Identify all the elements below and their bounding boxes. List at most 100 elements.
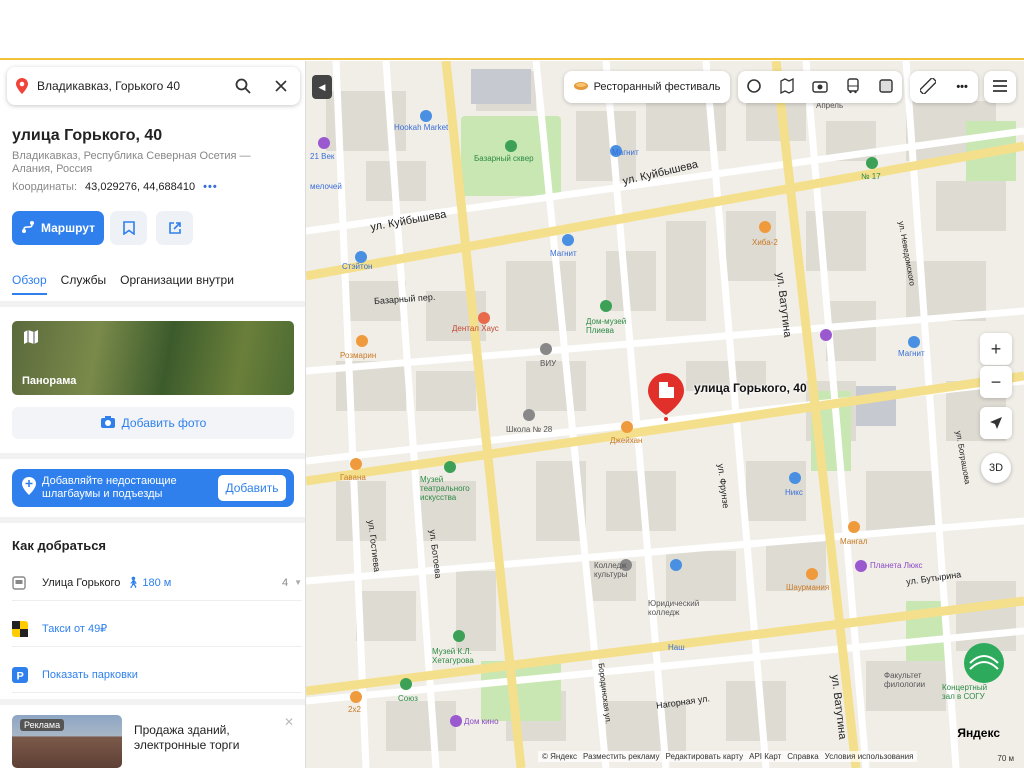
location-marker[interactable] [648,373,684,428]
banner-add-button[interactable]: Добавить [218,475,286,501]
tab-services[interactable]: Службы [61,273,106,295]
promo-chip[interactable]: Ресторанный фестиваль [564,71,730,103]
3d-button[interactable]: 3D [981,453,1011,483]
locate-button[interactable] [980,407,1012,439]
bookmark-button[interactable] [110,211,147,245]
walk-icon: 🚶︎ [126,577,141,589]
poi-label[interactable]: Никс [785,488,803,497]
poi-label[interactable]: Союз [398,694,418,703]
poi-label[interactable]: Наш [668,643,685,652]
place-title: улица Горького, 40 [12,127,163,144]
ad-tag: Реклама [20,719,65,731]
poi-label[interactable]: Гавана [340,473,366,482]
poi-label[interactable]: Факультет филологии [884,671,944,689]
zoom-in-button[interactable]: + [980,333,1012,365]
ad-text[interactable]: Продажа зданий, электронные торги [134,723,284,753]
tab-organizations[interactable]: Организации внутри [120,273,234,295]
add-photo-label: Добавить фото [121,416,207,430]
stop-name: Улица Горького [42,576,121,589]
route-icon [21,220,35,237]
map-style-icon[interactable] [878,78,894,97]
poi-label[interactable]: Музей К.Л. Хетагурова [432,647,492,665]
building-pin-icon [648,373,684,421]
poi-label[interactable]: Магнит [898,349,925,358]
search-box[interactable] [7,67,300,105]
poi-label[interactable]: Школа № 28 [506,425,552,434]
footer-link[interactable]: Справка [787,752,818,761]
footer-link[interactable]: Разместить рекламу [583,752,659,761]
tab-overview[interactable]: Обзор [12,273,47,295]
route-button[interactable]: Маршрут [12,211,104,245]
more-icon[interactable]: ••• [203,181,218,193]
walk-distance: 180 м [142,576,172,589]
poi-label[interactable]: № 17 [861,172,881,181]
panorama-layer-icon[interactable] [779,77,795,97]
traffic-icon[interactable] [746,78,762,97]
poi-label[interactable]: Хиба-2 [752,238,778,247]
photo-layer-icon[interactable] [812,78,828,97]
panorama-preview[interactable]: Панорама [12,321,294,395]
how-to-get-title: Как добраться [12,538,107,553]
transit-layer-icon[interactable] [845,77,861,97]
footer-link[interactable]: API Карт [749,752,781,761]
poi-label[interactable]: Дентал Хаус [452,324,499,333]
coords-value[interactable]: 43,029276, 44,688410 [85,181,195,193]
poi-label[interactable]: Дом кино [464,717,499,726]
taxi-icon [12,620,42,637]
menu-icon [992,79,1008,96]
coordinates: Координаты: 43,029276, 44,688410 ••• [12,181,218,193]
share-button[interactable] [156,211,193,245]
transit-stop-row[interactable]: Улица Горького 🚶︎ 180 м 4 ▼ [12,565,302,601]
poi-label[interactable]: ВИУ [540,359,556,368]
poi-label[interactable]: Стэйтон [342,262,372,271]
zoom-out-button[interactable]: − [980,366,1012,398]
menu-button[interactable] [984,71,1016,103]
taxi-row[interactable]: Такси от 49₽ [12,611,302,647]
feature-banner[interactable]: Добавляйте недостающие шлагбаумы и подъе… [12,469,294,507]
svg-text:P: P [17,670,24,682]
panorama-label: Панорама [22,375,77,387]
bookmark-icon [122,221,135,235]
ad-block[interactable]: Реклама Продажа зданий, электронные торг… [12,715,294,768]
footer-link[interactable]: Редактировать карту [665,752,743,761]
location-plus-icon [22,476,36,500]
poi-label[interactable]: Hookah Market [394,123,448,132]
place-address: Владикавказ, Республика Северная Осетия … [12,150,251,175]
poi-label[interactable]: Дом-музей Плиева [586,317,646,335]
poi-label[interactable]: Шаурмания [786,583,829,592]
marker-label: улица Горького, 40 [694,381,807,395]
parking-link[interactable]: Показать парковки [42,669,138,681]
search-icon[interactable] [224,67,262,105]
parking-icon: P [12,666,42,683]
close-icon[interactable] [262,67,300,105]
yandex-logo: Яндекс [957,726,1000,740]
ruler-icon[interactable] [918,76,938,97]
food-icon [573,81,588,94]
poi-label[interactable]: Магнит [550,249,577,258]
poi-label[interactable]: 2x2 [348,705,361,714]
close-icon[interactable]: ✕ [284,715,294,729]
chevron-down-icon[interactable]: ▼ [294,578,302,587]
poi-label[interactable]: Магнит [612,148,639,157]
footer-link[interactable]: Условия использования [825,752,914,761]
poi-label[interactable]: Розмарин [340,351,376,360]
taxi-link[interactable]: Такси от 49₽ [42,622,107,635]
poi-label[interactable]: Юридический колледж [648,599,708,617]
poi-label[interactable]: мелочей [310,182,342,191]
parking-row[interactable]: P Показать парковки [12,657,302,693]
poi-label[interactable]: Базарный сквер [474,154,534,163]
more-icon[interactable]: ••• [956,81,968,93]
poi-label[interactable]: Планета Люкс [870,561,923,570]
map-canvas[interactable]: ул. Куйбышева ул. Куйбышева ул. Ватутина… [306,61,1024,768]
collapse-panel-button[interactable]: ◀ [312,75,332,99]
poi-label[interactable]: Мангал [840,537,867,546]
map-footer: © Яндекс Разместить рекламу Редактироват… [538,751,918,762]
poi-label[interactable]: 21 Век [310,152,334,161]
poi-label[interactable]: Концертный зал в СОГУ [942,683,1002,701]
poi-label[interactable]: Музей театрального искусства [420,475,480,502]
search-input[interactable] [37,79,224,93]
poi-label[interactable]: Джейхан [610,436,642,445]
add-photo-button[interactable]: Добавить фото [12,407,294,439]
place-panel: улица Горького, 40 Владикавказ, Республи… [0,61,306,768]
poi-label[interactable]: Колледж культуры [594,561,644,579]
